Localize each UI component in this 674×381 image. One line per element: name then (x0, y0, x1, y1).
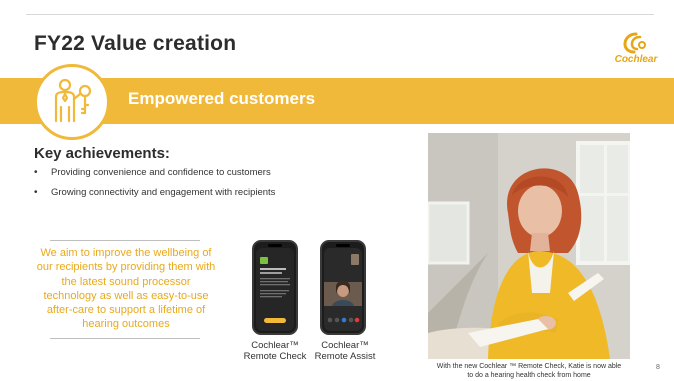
quote-top-divider (50, 240, 200, 241)
customer-photo (428, 133, 630, 359)
phone-notch (336, 244, 350, 247)
value-statement-quote: We aim to improve the wellbeing of our r… (36, 247, 216, 331)
section-badge (34, 64, 110, 140)
section-band-title: Empowered customers (128, 89, 316, 108)
photo-caption: With the new Cochlear ™ Remote Check, Ka… (420, 362, 638, 380)
remote-check-screen (256, 248, 294, 331)
remote-check-phone (252, 240, 298, 335)
cochlear-logo-mark-icon (623, 32, 646, 54)
achievements-list: Providing convenience and confidence to … (34, 167, 275, 207)
remote-assist-label: Cochlear™ Remote Assist (304, 340, 386, 362)
remote-check-label: Cochlear™ Remote Check (236, 340, 314, 362)
phone-notch (268, 244, 282, 247)
remote-check-label-brand: Cochlear™ (251, 340, 299, 351)
remote-assist-label-brand: Cochlear™ (321, 340, 369, 351)
photo-caption-line-2: to do a hearing health check from home (467, 372, 591, 379)
list-item: Growing connectivity and engagement with… (34, 187, 275, 207)
remote-check-label-name: Remote Check (243, 351, 307, 362)
list-item: Providing convenience and confidence to … (34, 167, 275, 187)
page-number: 8 (656, 364, 660, 371)
quote-bottom-divider (50, 338, 200, 339)
remote-assist-label-name: Remote Assist (314, 351, 376, 362)
slide-title: FY22 Value creation (34, 32, 237, 55)
person-with-key-icon (54, 78, 92, 123)
photo-caption-line-1: With the new Cochlear ™ Remote Check, Ka… (436, 363, 622, 370)
cochlear-logo-text: Cochlear (614, 54, 658, 65)
remote-assist-screen (324, 248, 362, 331)
remote-assist-phone (320, 240, 366, 335)
top-divider (26, 14, 654, 15)
key-achievements-heading: Key achievements: (34, 145, 170, 162)
cochlear-logo: Cochlear (609, 32, 663, 68)
